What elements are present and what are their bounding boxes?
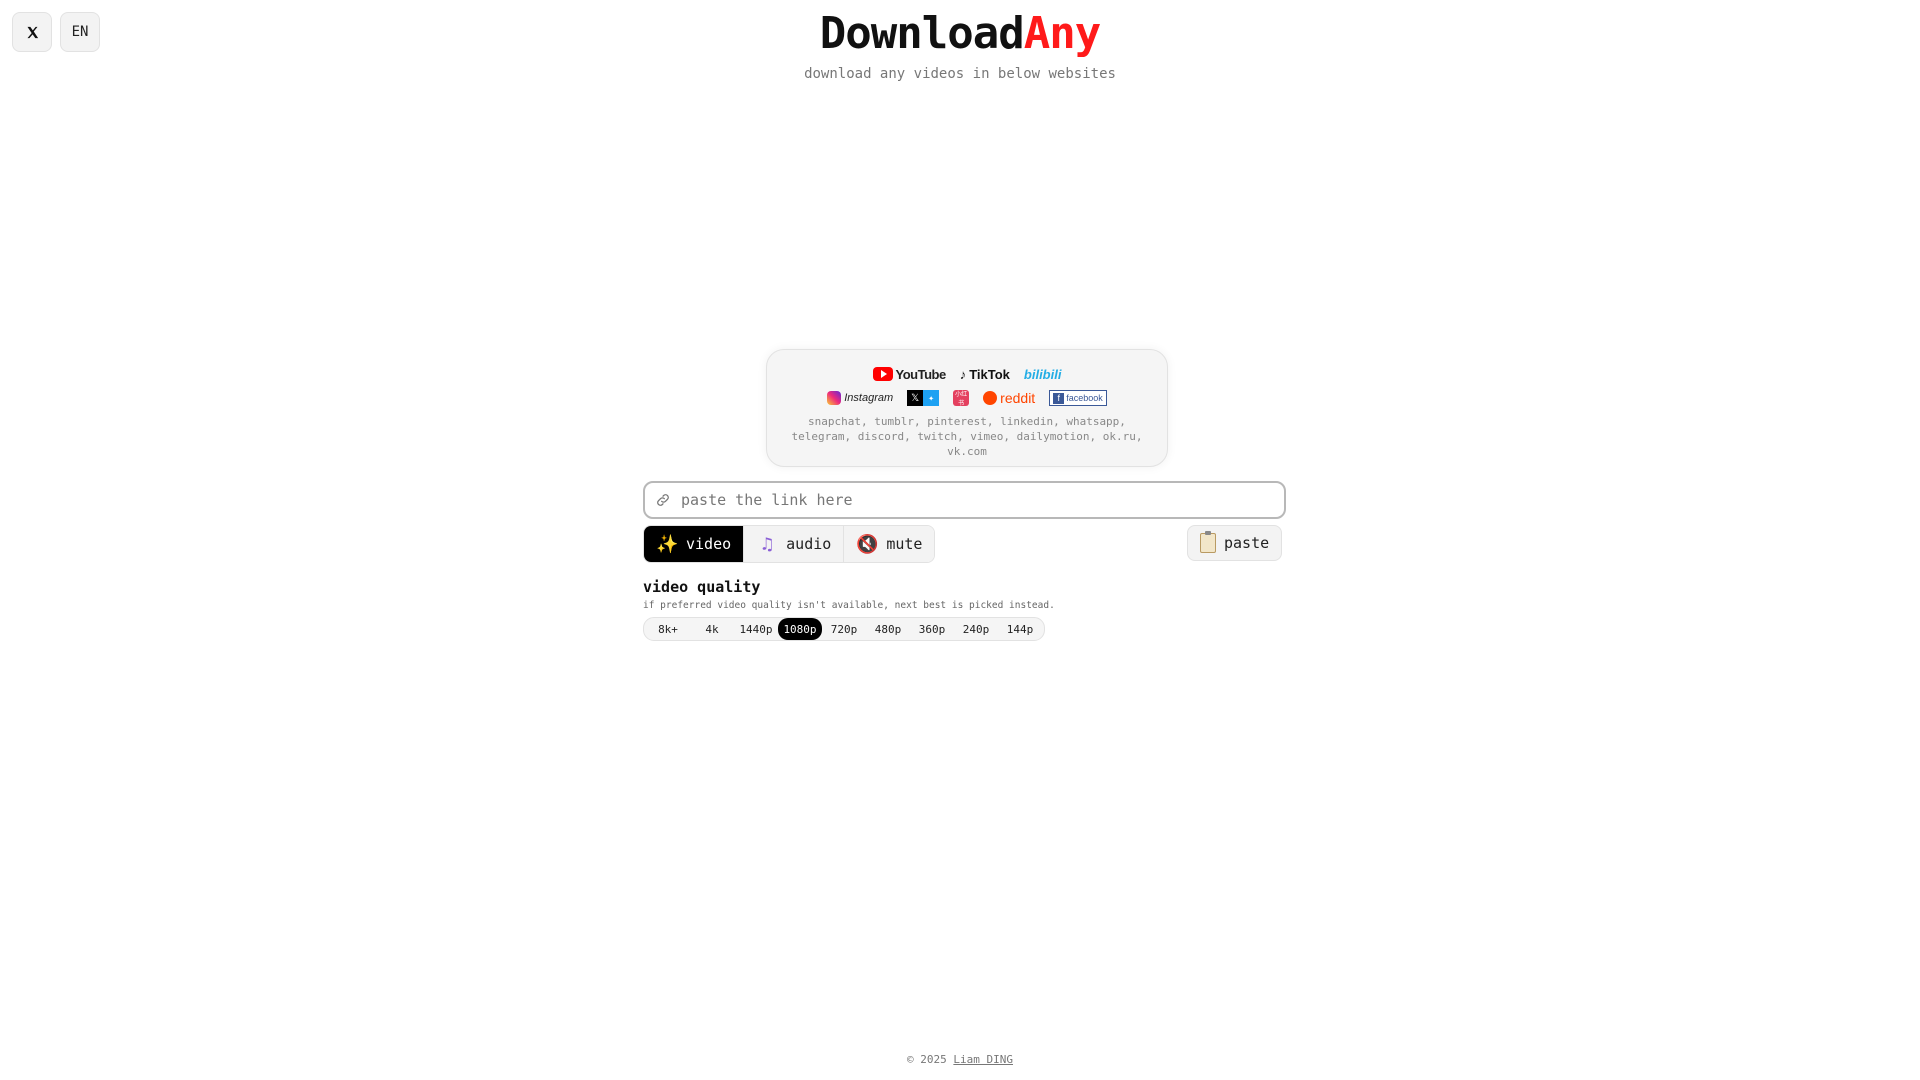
author-link[interactable]: Liam DING (953, 1053, 1013, 1066)
link-input-box[interactable] (643, 481, 1286, 519)
x-twitter-logo: 𝕏 ✦ (907, 390, 940, 406)
clipboard-icon (1200, 531, 1216, 553)
quality-option-720p[interactable]: 720p (822, 618, 866, 640)
video-quality-title: video quality (643, 578, 761, 596)
page-title: DownloadAny (0, 8, 1920, 60)
tiktok-logo: ♪ TikTok (959, 366, 1010, 382)
instagram-icon (827, 391, 842, 405)
reddit-icon (983, 391, 998, 405)
sparkles-icon: ✨ (656, 533, 679, 555)
supported-sites-card: YouTube ♪ TikTok bilibili Instagram 𝕏 ✦ 小红… (766, 349, 1168, 467)
twitter-bird-icon: ✦ (923, 390, 940, 406)
mode-mute-button[interactable]: 🔇 mute (844, 526, 935, 562)
logo-row-2: Instagram 𝕏 ✦ 小红书 reddit f facebook (783, 388, 1151, 408)
footer: © 2025 Liam DING (0, 1053, 1920, 1066)
youtube-play-icon (872, 367, 893, 381)
mode-audio-button[interactable]: ♫ audio (744, 526, 845, 562)
link-input[interactable] (681, 491, 1261, 509)
muted-speaker-icon: 🔇 (856, 533, 879, 555)
music-note-icon: ♫ (761, 533, 773, 555)
quality-option-1440p[interactable]: 1440p (734, 618, 778, 640)
paste-button[interactable]: paste (1187, 525, 1283, 561)
facebook-f-icon: f (1053, 392, 1065, 404)
facebook-logo: f facebook (1049, 390, 1107, 406)
quality-option-4k[interactable]: 4k (690, 618, 734, 640)
link-icon (657, 494, 669, 506)
quality-option-144p[interactable]: 144p (998, 618, 1042, 640)
page-header: DownloadAny download any videos in below… (0, 8, 1920, 82)
other-sites-list: snapchat, tumblr, pinterest, linkedin, w… (791, 415, 1143, 458)
tiktok-note-icon: ♪ (959, 366, 967, 382)
quality-option-360p[interactable]: 360p (910, 618, 954, 640)
mode-video-button[interactable]: ✨ video (644, 526, 745, 562)
instagram-logo: Instagram (827, 391, 893, 405)
youtube-logo: YouTube (872, 367, 946, 382)
reddit-logo: reddit (983, 390, 1035, 406)
video-quality-subtitle: if preferred video quality isn't availab… (643, 600, 1055, 611)
x-icon: 𝕏 (907, 390, 924, 406)
logo-row-1: YouTube ♪ TikTok bilibili (783, 364, 1151, 384)
quality-option-8k[interactable]: 8k+ (646, 618, 690, 640)
title-part-download: Download (819, 8, 1025, 59)
copyright-text: © 2025 (907, 1053, 947, 1066)
title-part-any: Any (1023, 8, 1101, 59)
quality-option-480p[interactable]: 480p (866, 618, 910, 640)
download-mode-group: ✨ video ♫ audio 🔇 mute (643, 525, 936, 563)
page-subtitle: download any videos in below websites (804, 66, 1116, 82)
bilibili-logo: bilibili (1023, 366, 1062, 382)
quality-option-1080p[interactable]: 1080p (778, 618, 822, 640)
quality-options: 8k+ 4k 1440p 1080p 720p 480p 360p 240p 1… (643, 617, 1045, 641)
xiaohongshu-logo: 小红书 (953, 390, 970, 407)
video-quality-section: video quality if preferred video quality… (643, 578, 1055, 641)
quality-option-240p[interactable]: 240p (954, 618, 998, 640)
